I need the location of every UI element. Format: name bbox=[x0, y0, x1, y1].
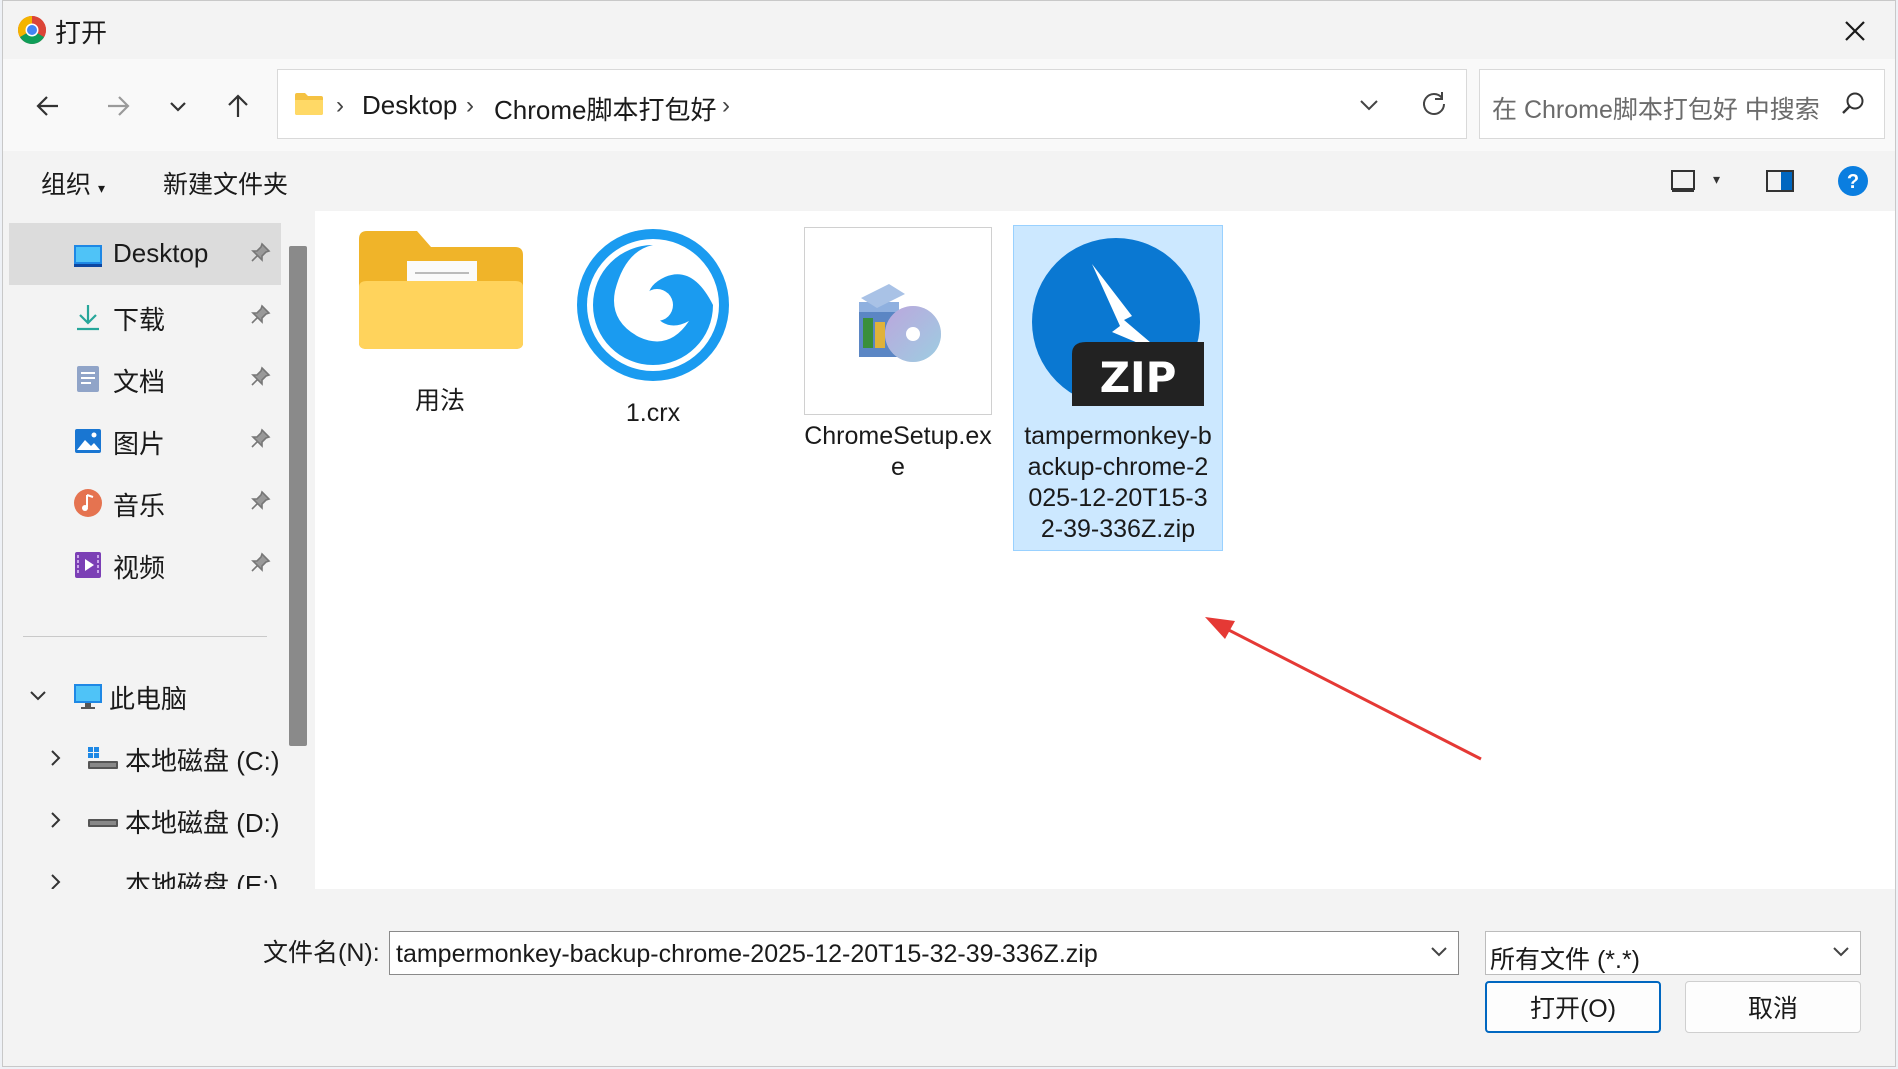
dialog-footer: 文件名(N): tampermonkey-backup-chrome-2025-… bbox=[3, 889, 1895, 1066]
address-bar[interactable]: › Desktop › Chrome脚本打包好 › bbox=[277, 69, 1467, 139]
sidebar-item-videos[interactable]: 视频 bbox=[9, 533, 281, 595]
preview-pane-icon[interactable] bbox=[1765, 167, 1795, 195]
window-title: 打开 bbox=[55, 18, 108, 48]
download-icon bbox=[77, 305, 99, 331]
filetype-select[interactable]: 所有文件 (*.*) bbox=[1485, 931, 1861, 975]
music-icon bbox=[74, 489, 102, 517]
breadcrumb-current-folder[interactable]: Chrome脚本打包好 bbox=[494, 90, 716, 127]
command-bar: 组织 ▾ 新建文件夹 ▾ ? bbox=[3, 151, 1895, 211]
sidebar-divider bbox=[23, 636, 267, 637]
navigation-pane: Desktop 下载 文档 图片 音乐 视频 此电脑 本地磁盘 (C:) 本地磁… bbox=[3, 211, 283, 889]
chevron-down-icon[interactable] bbox=[1358, 94, 1380, 116]
sidebar-item-downloads[interactable]: 下载 bbox=[9, 285, 281, 347]
sidebar-item-music[interactable]: 音乐 bbox=[9, 471, 281, 533]
close-icon bbox=[1845, 21, 1865, 41]
organize-menu[interactable]: 组织 ▾ bbox=[41, 165, 105, 201]
sidebar-item-desktop[interactable]: Desktop bbox=[9, 223, 281, 285]
help-icon[interactable]: ? bbox=[1837, 165, 1869, 197]
sidebar-item-drive-e[interactable]: 本地磁盘 (E:) bbox=[3, 851, 283, 889]
svg-text:?: ? bbox=[1847, 171, 1859, 193]
drive-icon bbox=[88, 747, 118, 769]
pin-icon[interactable] bbox=[249, 242, 271, 264]
breadcrumb-separator-icon: › bbox=[722, 92, 730, 119]
up-button[interactable] bbox=[213, 81, 263, 131]
filename-input[interactable]: tampermonkey-backup-chrome-2025-12-20T15… bbox=[389, 931, 1459, 975]
breadcrumb-desktop[interactable]: Desktop bbox=[362, 90, 457, 121]
filename-value: tampermonkey-backup-chrome-2025-12-20T15… bbox=[396, 940, 1098, 968]
refresh-icon[interactable] bbox=[1420, 90, 1448, 118]
arrow-right-icon bbox=[108, 96, 130, 116]
chevron-down-icon bbox=[1833, 947, 1849, 957]
chevron-down-icon[interactable] bbox=[29, 687, 47, 705]
filetype-value: 所有文件 (*.*) bbox=[1490, 946, 1641, 974]
arrow-up-icon bbox=[228, 94, 248, 117]
file-list: 用法 1.crx ChromeSetup.exe ZIP tampermonke… bbox=[315, 211, 1895, 889]
chevron-right-icon[interactable] bbox=[47, 811, 65, 829]
pin-icon[interactable] bbox=[249, 490, 271, 512]
forward-button[interactable] bbox=[93, 81, 143, 131]
title-bar: 打开 bbox=[3, 1, 1895, 59]
pin-icon[interactable] bbox=[249, 552, 271, 574]
recent-locations-button[interactable] bbox=[153, 81, 203, 131]
search-box[interactable]: 在 Chrome脚本打包好 中搜索 bbox=[1479, 69, 1885, 139]
pin-icon[interactable] bbox=[249, 304, 271, 326]
cancel-button[interactable]: 取消 bbox=[1685, 981, 1861, 1033]
desktop-icon bbox=[74, 245, 102, 267]
navigation-bar: › Desktop › Chrome脚本打包好 › 在 Chrome脚本打包好 … bbox=[3, 59, 1895, 151]
chevron-right-icon[interactable] bbox=[47, 873, 65, 889]
open-button[interactable]: 打开(O) bbox=[1485, 981, 1661, 1033]
chevron-right-icon[interactable] bbox=[47, 749, 65, 767]
documents-icon bbox=[77, 366, 99, 392]
chevron-down-icon bbox=[170, 102, 186, 112]
pin-icon[interactable] bbox=[249, 366, 271, 388]
arrow-left-icon bbox=[36, 96, 58, 116]
open-file-dialog: 打开 › Desktop › Chrome脚本打包好 › 在 Chrome脚本打… bbox=[2, 0, 1896, 1067]
sidebar-scrollbar[interactable] bbox=[289, 246, 307, 746]
search-icon bbox=[1842, 92, 1864, 114]
new-folder-button[interactable]: 新建文件夹 bbox=[163, 165, 288, 201]
view-layout-icon[interactable] bbox=[1669, 167, 1697, 195]
search-placeholder: 在 Chrome脚本打包好 中搜索 bbox=[1492, 96, 1820, 124]
drive-icon bbox=[88, 819, 118, 827]
annotation-arrow bbox=[1205, 617, 1482, 761]
sidebar-item-documents[interactable]: 文档 bbox=[9, 347, 281, 409]
sidebar-item-pictures[interactable]: 图片 bbox=[9, 409, 281, 471]
pictures-icon bbox=[75, 429, 101, 453]
filename-label: 文件名(N): bbox=[263, 939, 380, 967]
view-options-dropdown[interactable]: ▾ bbox=[1713, 171, 1720, 188]
back-button[interactable] bbox=[23, 81, 73, 131]
breadcrumb-separator-icon: › bbox=[466, 92, 474, 119]
sidebar-item-drive-d[interactable]: 本地磁盘 (D:) bbox=[3, 789, 283, 851]
pin-icon[interactable] bbox=[249, 428, 271, 450]
computer-icon bbox=[74, 684, 102, 709]
chevron-down-icon[interactable] bbox=[1428, 940, 1450, 962]
folder-icon bbox=[295, 93, 323, 115]
close-button[interactable] bbox=[1835, 11, 1875, 51]
sidebar-item-this-pc[interactable]: 此电脑 bbox=[3, 665, 283, 727]
videos-icon bbox=[75, 552, 101, 578]
chrome-icon bbox=[18, 16, 46, 44]
breadcrumb-separator-icon: › bbox=[336, 92, 344, 119]
sidebar-item-drive-c[interactable]: 本地磁盘 (C:) bbox=[3, 727, 283, 789]
